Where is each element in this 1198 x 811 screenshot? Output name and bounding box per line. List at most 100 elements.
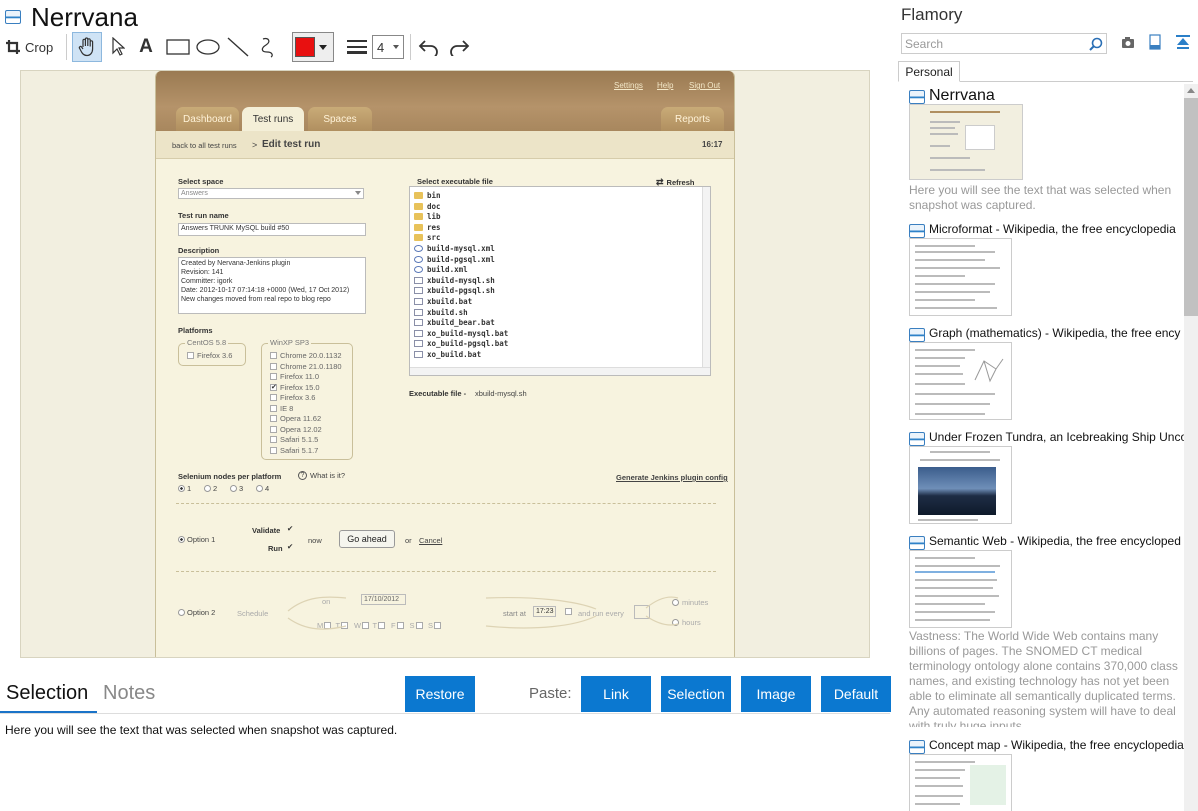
node-option-radio[interactable]: 2 — [204, 484, 217, 493]
ellipse-tool-button[interactable] — [194, 32, 222, 62]
file-list-item[interactable]: xbuild.bat — [414, 297, 472, 306]
undo-button[interactable] — [416, 32, 442, 62]
freehand-tool-button[interactable] — [255, 32, 281, 62]
text-tool-button[interactable]: A — [134, 32, 158, 62]
breadcrumb-link[interactable]: back to all test runs — [172, 141, 237, 150]
tab-personal[interactable]: Personal — [898, 61, 960, 82]
checkbox[interactable] — [270, 404, 277, 412]
snapshot-thumbnail[interactable] — [909, 550, 1012, 628]
checkbox[interactable]: ✔ — [270, 383, 277, 391]
radio[interactable] — [178, 536, 185, 543]
crop-button[interactable]: Crop — [5, 32, 57, 62]
list-item[interactable]: Microformat - Wikipedia, the free encycl… — [908, 222, 1184, 322]
help-link[interactable]: Help — [657, 81, 673, 90]
go-ahead-button[interactable]: Go ahead — [339, 530, 395, 548]
line-width-select[interactable]: 4 — [372, 35, 404, 59]
checkbox[interactable] — [187, 352, 194, 359]
select-space-dropdown[interactable]: Answers — [178, 188, 364, 199]
file-list-item[interactable]: build-mysql.xml — [414, 244, 495, 253]
search-icon[interactable] — [1089, 37, 1103, 51]
platform-checkbox[interactable]: ✔ Firefox 15.0 — [270, 383, 320, 392]
platform-checkbox[interactable]: Chrome 21.0.1180 — [270, 362, 342, 371]
scrollbar[interactable] — [702, 187, 710, 375]
paste-selection-button[interactable]: Selection — [661, 676, 731, 712]
tab-spaces[interactable]: Spaces — [308, 107, 372, 131]
snapshot-thumbnail[interactable] — [909, 238, 1012, 316]
redo-button[interactable] — [446, 32, 472, 62]
list-item[interactable]: Graph (mathematics) - Wikipedia, the fre… — [908, 326, 1184, 426]
snapshot-thumbnail[interactable] — [909, 342, 1012, 420]
rectangle-tool-button[interactable] — [164, 32, 192, 62]
checkbox[interactable] — [270, 446, 277, 454]
checkbox[interactable] — [270, 415, 277, 422]
horizontal-scrollbar[interactable] — [410, 367, 710, 375]
cancel-link[interactable]: Cancel — [419, 536, 442, 545]
validate-checkmark-icon[interactable]: ✔ — [287, 524, 293, 533]
file-list-item[interactable]: build-pgsql.xml — [414, 255, 495, 264]
file-list-item[interactable]: xbuild_bear.bat — [414, 318, 495, 327]
list-item[interactable]: Nerrvana Here you will see the text that… — [908, 87, 1184, 218]
checkbox[interactable] — [270, 394, 277, 401]
node-option-radio[interactable]: 3 — [230, 484, 243, 493]
platform-checkbox[interactable]: Firefox 11.0 — [270, 372, 319, 381]
file-list-item[interactable]: doc — [414, 202, 441, 211]
search-input[interactable]: Search — [901, 33, 1107, 54]
radio[interactable] — [178, 609, 185, 616]
file-list-item[interactable]: lib — [414, 212, 441, 221]
radio[interactable] — [230, 485, 237, 492]
radio[interactable] — [178, 485, 185, 492]
node-option-radio[interactable]: 4 — [256, 484, 269, 493]
sign-out-link[interactable]: Sign Out — [689, 81, 720, 90]
list-item[interactable]: Under Frozen Tundra, an Icebreaking Ship… — [908, 430, 1184, 530]
file-list-item[interactable]: xo_build.bat — [414, 350, 481, 359]
platform-checkbox[interactable]: Chrome 20.0.1132 — [270, 351, 342, 360]
list-item[interactable]: Concept map - Wikipedia, the free encycl… — [908, 738, 1184, 811]
hand-tool-button[interactable] — [72, 32, 102, 62]
platform-checkbox[interactable]: Safari 5.1.7 — [270, 446, 318, 455]
snapshot-thumbnail[interactable] — [909, 104, 1023, 180]
checkbox[interactable] — [270, 362, 277, 370]
document-icon[interactable] — [1149, 34, 1161, 50]
snapshot-canvas[interactable]: Settings Help Sign Out Dashboard Test ru… — [20, 70, 870, 658]
platform-checkbox[interactable]: Firefox 3.6 — [270, 393, 315, 402]
platform-checkbox[interactable]: Opera 12.02 — [270, 425, 322, 434]
option1-radio[interactable]: Option 1 — [178, 535, 215, 544]
file-list-item[interactable]: bin — [414, 191, 441, 200]
line-tool-button[interactable] — [225, 32, 251, 62]
file-list-item[interactable]: xbuild.sh — [414, 308, 468, 317]
paste-link-button[interactable]: Link — [581, 676, 651, 712]
snapshot-thumbnail[interactable] — [909, 754, 1012, 811]
platform-checkbox[interactable]: Safari 5.1.5 — [270, 435, 318, 444]
test-run-name-input[interactable]: Answers TRUNK MySQL build #50 — [178, 223, 366, 236]
paste-image-button[interactable]: Image — [741, 676, 811, 712]
file-list-item[interactable]: build.xml — [414, 265, 468, 274]
tab-reports[interactable]: Reports — [661, 107, 724, 131]
node-option-radio[interactable]: 1 — [178, 484, 191, 493]
tab-selection[interactable]: Selection — [6, 682, 88, 705]
checkbox[interactable] — [270, 436, 277, 443]
radio[interactable] — [256, 485, 263, 492]
scroll-up-icon[interactable] — [1187, 88, 1195, 93]
file-list-item[interactable]: xbuild-pgsql.sh — [414, 286, 495, 295]
color-picker[interactable] — [292, 32, 334, 62]
select-tool-button[interactable] — [106, 32, 130, 62]
platform-checkbox[interactable]: Firefox 3.6 — [187, 351, 232, 360]
scrollbar-thumb[interactable] — [1184, 98, 1198, 316]
collapse-top-icon[interactable] — [1175, 34, 1191, 50]
restore-button[interactable]: Restore — [405, 676, 475, 712]
run-checkmark-icon[interactable]: ✔ — [287, 542, 293, 551]
file-list-item[interactable]: src — [414, 233, 441, 242]
checkbox[interactable] — [270, 373, 277, 380]
checkbox[interactable] — [270, 425, 277, 433]
file-list-item[interactable]: xo_build-pgsql.bat — [414, 339, 508, 348]
list-item[interactable]: Semantic Web - Wikipedia, the free encyc… — [908, 534, 1184, 734]
generate-config-link[interactable]: Generate Jenkins plugin config — [616, 473, 728, 482]
platform-checkbox[interactable]: Opera 11.62 — [270, 414, 321, 423]
what-is-it-link[interactable]: ? What is it? — [298, 471, 345, 480]
file-list-item[interactable]: xo_build-mysql.bat — [414, 329, 508, 338]
file-list-item[interactable]: xbuild-mysql.sh — [414, 276, 495, 285]
tab-test-runs[interactable]: Test runs — [242, 107, 304, 131]
tab-notes[interactable]: Notes — [103, 682, 155, 705]
tab-dashboard[interactable]: Dashboard — [176, 107, 239, 131]
camera-icon[interactable] — [1121, 36, 1135, 49]
